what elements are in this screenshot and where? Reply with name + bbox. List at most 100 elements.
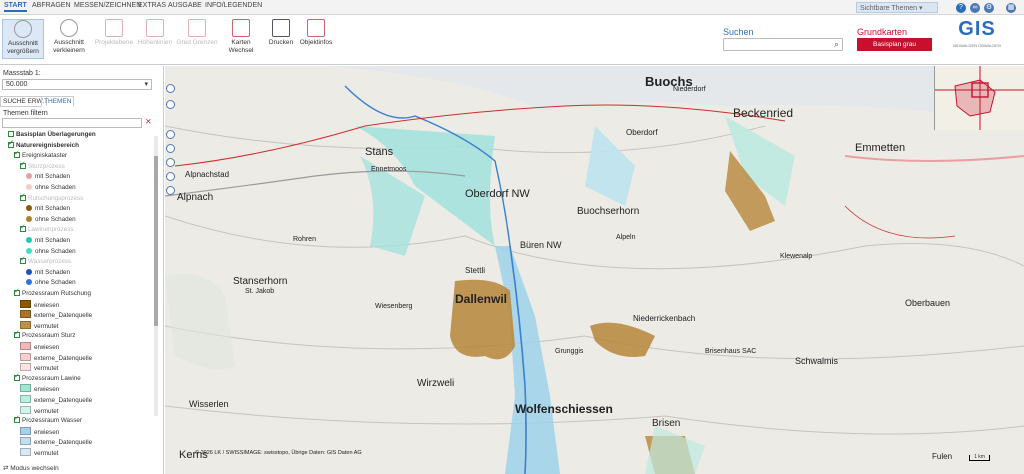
scale-value: 50.000	[6, 81, 28, 88]
layer-item[interactable]: vermutet	[20, 363, 59, 373]
project-level-button[interactable]: Projektebene	[94, 19, 134, 47]
layer-item-label: Basisplan Überlagerungen	[16, 131, 96, 138]
borders-button[interactable]: Gred Grenzen	[176, 19, 218, 47]
layer-checkbox[interactable]	[20, 160, 26, 169]
globe-icon[interactable]	[166, 100, 175, 109]
layer-item[interactable]: vermutet	[20, 448, 59, 458]
search-label: Suchen	[723, 27, 754, 37]
layer-item-label: vermutet	[34, 407, 59, 415]
layer-checkbox[interactable]	[8, 131, 14, 137]
zoom-in-map-icon[interactable]	[166, 130, 175, 139]
zoom-out-map-icon[interactable]	[166, 144, 175, 153]
overview-minimap[interactable]	[934, 66, 1024, 130]
tab-info-legenden[interactable]: INFO/LEGENDEN	[205, 2, 262, 9]
layer-item[interactable]: Wasserprozess	[20, 255, 71, 267]
layer-item[interactable]: ohne Schaden	[26, 247, 76, 257]
clear-filter-icon[interactable]: ⨯	[145, 117, 152, 126]
map-place-label: Klewenalp	[780, 253, 813, 260]
scale-label: Massstab 1:	[3, 70, 41, 77]
full-extent-icon[interactable]	[166, 172, 175, 181]
layer-item-label: Sturzprozess	[28, 162, 65, 170]
borders-icon	[188, 19, 206, 37]
layer-item[interactable]: mit Schaden	[26, 172, 70, 182]
layer-item[interactable]: externe_Datenquelle	[20, 395, 92, 405]
layer-item[interactable]: erwiesen	[20, 426, 60, 437]
print-button[interactable]: Drucken	[266, 19, 296, 47]
map-place-label: Wiesenberg	[375, 303, 413, 310]
reset-view-icon[interactable]	[166, 84, 175, 93]
visible-themes-dropdown[interactable]: Sichtbare Themen ▾	[856, 2, 938, 13]
gear-icon[interactable]: ⚙	[984, 3, 994, 13]
pan-icon[interactable]	[166, 158, 175, 167]
map-place-label: Alpnachstad	[185, 170, 230, 179]
contour-lines-button[interactable]: Höhenlinien	[135, 19, 175, 47]
tab-start[interactable]: START	[4, 2, 27, 12]
tab-extended-search[interactable]: SUCHE ERW.	[0, 96, 48, 107]
layer-item[interactable]: erwiesen	[20, 342, 59, 352]
layer-checkbox[interactable]	[20, 255, 26, 265]
contour-lines-icon	[146, 19, 164, 37]
map-copyright: © 2026 LK / SWISSIMAGE: swisstopo, Übrig…	[195, 450, 362, 456]
layer-item-label: externe_Datenquelle	[34, 439, 93, 447]
tab-messen-zeichnen[interactable]: MESSEN/ZEICHNEN	[74, 2, 141, 9]
layer-item-label: erwiesen	[34, 428, 60, 436]
search-icon[interactable]: ⌕	[834, 39, 839, 50]
link-icon[interactable]: ∞	[970, 3, 980, 13]
map-place-label: Schwalmis	[795, 356, 839, 366]
search-input[interactable]: ⌕	[723, 38, 843, 51]
zoom-in-button[interactable]: Ausschnitt vergrößern	[2, 19, 44, 59]
theme-filter-input[interactable]	[2, 118, 142, 128]
tab-extras[interactable]: EXTRAS	[138, 2, 166, 9]
project-level-icon	[105, 19, 123, 37]
map-place-label: Ennetmoos	[371, 166, 407, 173]
help-icon[interactable]: ?	[956, 3, 966, 13]
layer-item-label: vermutet	[34, 365, 59, 373]
layer-checkbox[interactable]	[14, 149, 20, 159]
layer-item[interactable]: externe_Datenquelle	[20, 352, 92, 363]
layer-item[interactable]: mit Schaden	[26, 268, 70, 278]
basemap-button[interactable]: Basisplan grau	[857, 38, 932, 51]
grid-menu-icon[interactable]: ▦	[1006, 3, 1016, 13]
layer-item[interactable]: Lawinenprozess	[20, 223, 74, 235]
layer-checkbox[interactable]	[14, 287, 20, 296]
layer-item[interactable]: Sturzprozess	[20, 160, 65, 172]
layer-item[interactable]: Prozessraum Rutschung	[14, 287, 91, 299]
layer-item[interactable]: ohne Schaden	[26, 278, 76, 288]
mode-switch[interactable]: ⇄ Modus wechseln	[3, 464, 59, 472]
layer-checkbox[interactable]	[20, 223, 26, 233]
layer-item[interactable]: mit Schaden	[26, 236, 70, 246]
layer-item[interactable]: erwiesen	[20, 299, 59, 310]
change-map-button[interactable]: Karten Wechsel	[226, 19, 256, 55]
layer-item[interactable]: externe_Datenquelle	[20, 310, 92, 320]
zoom-out-button[interactable]: Ausschnitt verkleinern	[48, 19, 90, 59]
layer-item[interactable]: erwiesen	[20, 384, 59, 394]
layer-checkbox[interactable]	[14, 414, 20, 424]
layer-checkbox[interactable]	[20, 192, 26, 201]
scale-select[interactable]: 50.000 ▾	[2, 79, 152, 90]
map-place-label: Wisserlen	[189, 399, 229, 409]
layer-item[interactable]: externe_Datenquelle	[20, 437, 92, 447]
layer-item[interactable]: Prozessraum Wasser	[14, 414, 82, 426]
layer-item[interactable]: Rutschungsprozess	[20, 192, 83, 204]
tab-themes[interactable]: THEMEN	[41, 96, 75, 107]
measure-icon[interactable]	[166, 186, 175, 195]
layer-item[interactable]: Basisplan Überlagerungen	[8, 130, 96, 140]
layer-item[interactable]: vermutet	[20, 320, 59, 331]
scrollbar-thumb[interactable]	[154, 156, 158, 326]
layer-checkbox[interactable]	[8, 139, 14, 148]
layer-item-label: Prozessraum Rutschung	[22, 290, 91, 297]
layer-checkbox[interactable]	[14, 329, 20, 339]
layer-item[interactable]: ohne Schaden	[26, 215, 76, 225]
layer-item[interactable]: mit Schaden	[26, 204, 70, 214]
object-info-button[interactable]: Objektinfos	[298, 19, 334, 47]
tab-ausgabe[interactable]: AUSGABE	[168, 2, 202, 9]
map-view[interactable]: Buochs Beckenried Emmetten Stans Oberdorf NW…	[165, 66, 1024, 474]
layer-checkbox[interactable]	[14, 372, 20, 381]
layer-item[interactable]: ohne Schaden	[26, 183, 76, 193]
tab-abfragen[interactable]: ABFRAGEN	[32, 2, 71, 9]
layer-item[interactable]: Prozessraum Lawine	[14, 372, 81, 384]
layer-item-label: externe_Datenquelle	[34, 312, 93, 320]
layer-item[interactable]: vermutet	[20, 405, 59, 416]
layer-item-label: vermutet	[34, 450, 59, 457]
layer-item[interactable]: Prozessraum Sturz	[14, 329, 76, 341]
